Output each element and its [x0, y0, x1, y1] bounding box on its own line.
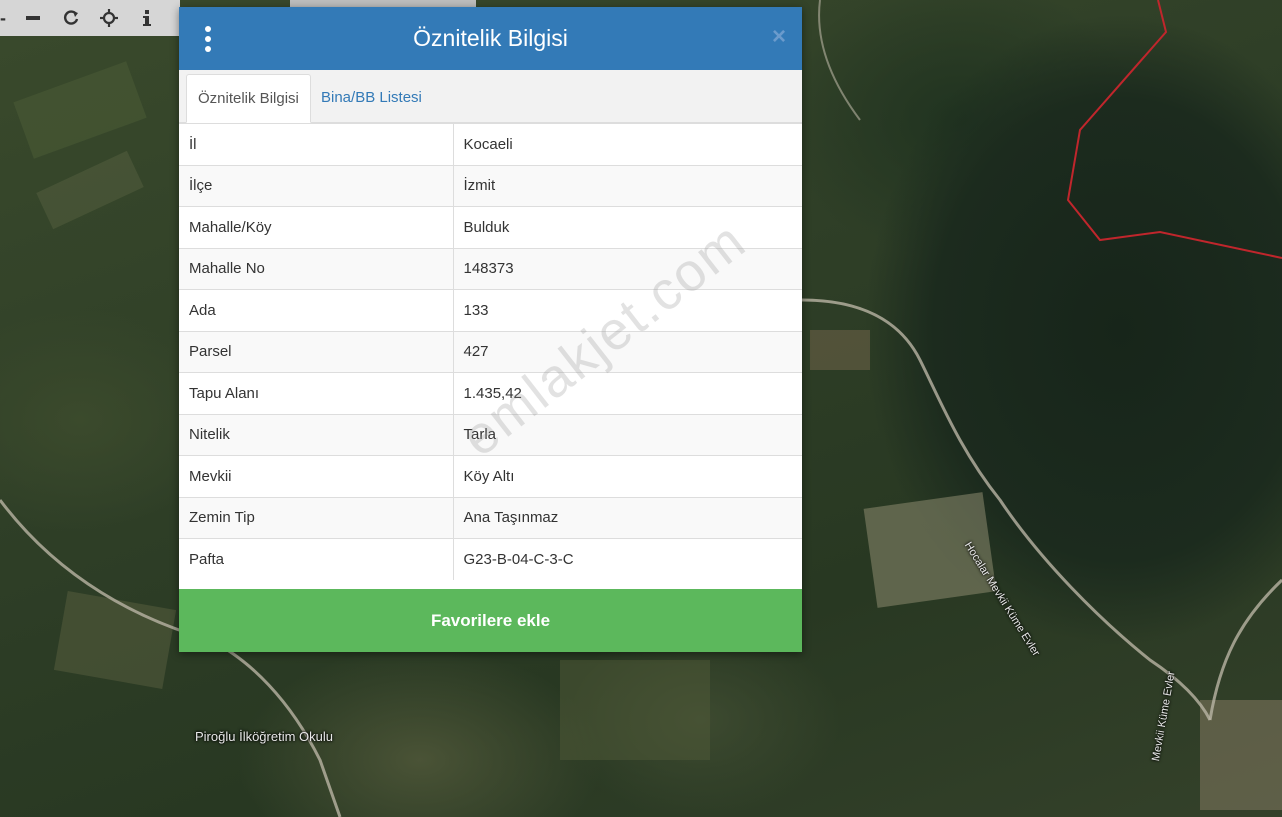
- map-toolbar: ‐: [0, 0, 180, 36]
- attr-value: G23-B-04-C-3-C: [453, 538, 802, 580]
- attr-value: 133: [453, 289, 802, 331]
- table-row: İlçe İzmit: [179, 164, 802, 207]
- attr-value: 1.435,42: [453, 372, 802, 414]
- crosshair-icon: [100, 9, 118, 27]
- toolbar-edge: ‐: [0, 7, 6, 28]
- add-favorites-button[interactable]: Favorilere ekle: [179, 589, 802, 652]
- attr-key: Nitelik: [179, 413, 454, 456]
- info-icon: [143, 10, 151, 26]
- refresh-button[interactable]: [52, 0, 90, 36]
- attr-key: Ada: [179, 289, 454, 331]
- close-icon[interactable]: ×: [772, 25, 786, 49]
- attr-key: Pafta: [179, 538, 454, 580]
- attr-key: Parsel: [179, 330, 454, 373]
- attr-value: Bulduk: [453, 206, 802, 248]
- modal-header: Öznitelik Bilgisi ×: [179, 7, 802, 70]
- attr-key: Mahalle No: [179, 247, 454, 290]
- map-label-school: Piroğlu İlköğretim Okulu: [195, 729, 333, 744]
- attr-key: Mahalle/Köy: [179, 206, 454, 248]
- table-row: Zemin Tip Ana Taşınmaz: [179, 496, 802, 539]
- minus-icon: [26, 16, 40, 20]
- table-row: İl Kocaeli: [179, 123, 802, 165]
- attr-key: İlçe: [179, 164, 454, 207]
- table-row: Mevkii Köy Altı: [179, 455, 802, 497]
- attr-value: 427: [453, 330, 802, 373]
- table-row: Tapu Alanı 1.435,42: [179, 372, 802, 414]
- attr-value: Tarla: [453, 413, 802, 456]
- table-row: Ada 133: [179, 289, 802, 331]
- info-button[interactable]: [128, 0, 166, 36]
- refresh-icon: [64, 10, 79, 25]
- locate-button[interactable]: [90, 0, 128, 36]
- attr-key: Mevkii: [179, 455, 454, 497]
- attr-value: 148373: [453, 247, 802, 290]
- kebab-menu-icon[interactable]: [203, 26, 213, 52]
- attribute-info-modal: Öznitelik Bilgisi × Öznitelik Bilgisi Bi…: [179, 7, 802, 652]
- table-row: Parsel 427: [179, 330, 802, 373]
- attr-value: Ana Taşınmaz: [453, 496, 802, 539]
- table-row: Mahalle No 148373: [179, 247, 802, 290]
- attr-key: Tapu Alanı: [179, 372, 454, 414]
- table-row: Pafta G23-B-04-C-3-C: [179, 538, 802, 580]
- modal-tabs: Öznitelik Bilgisi Bina/BB Listesi: [179, 70, 802, 123]
- table-row: Nitelik Tarla: [179, 413, 802, 456]
- tab-attribute-info[interactable]: Öznitelik Bilgisi: [186, 74, 311, 123]
- attr-value: Kocaeli: [453, 123, 802, 165]
- attr-value: Köy Altı: [453, 455, 802, 497]
- tab-building-list[interactable]: Bina/BB Listesi: [310, 74, 433, 121]
- attr-value: İzmit: [453, 164, 802, 207]
- modal-title: Öznitelik Bilgisi: [413, 25, 568, 51]
- attr-key: Zemin Tip: [179, 496, 454, 539]
- table-row: Mahalle/Köy Bulduk: [179, 206, 802, 248]
- zoom-out-button[interactable]: [14, 0, 52, 36]
- attribute-table: İl Kocaeli İlçe İzmit Mahalle/Köy Bulduk Ma…: [179, 123, 802, 580]
- attr-key: İl: [179, 123, 454, 165]
